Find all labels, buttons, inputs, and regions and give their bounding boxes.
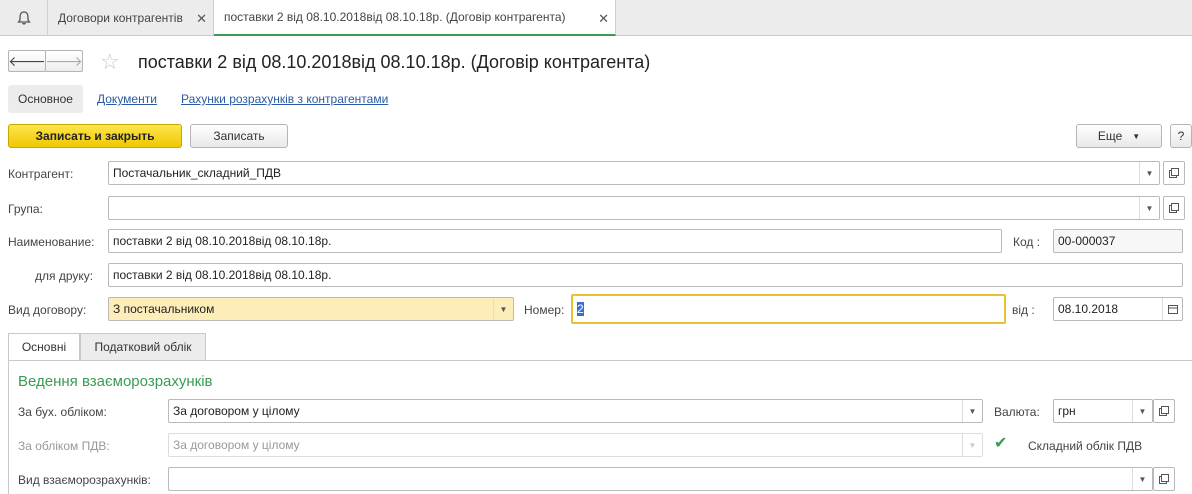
currency-value: грн bbox=[1058, 404, 1076, 418]
print-name-value: поставки 2 від 08.10.2018від 08.10.18р. bbox=[113, 268, 332, 282]
section-accounts[interactable]: Рахунки розрахунків з контрагентами bbox=[181, 85, 388, 113]
code-value: 00-000037 bbox=[1058, 234, 1116, 248]
group-label: Група: bbox=[8, 202, 43, 216]
tab-main[interactable]: Основні bbox=[8, 333, 80, 361]
chevron-down-icon: ▼ bbox=[962, 434, 982, 456]
tab-label: Договори контрагентів bbox=[58, 11, 183, 25]
name-value: поставки 2 від 08.10.2018від 08.10.18р. bbox=[113, 234, 332, 248]
currency-label: Валюта: bbox=[994, 405, 1040, 419]
vat-value: За договором у цілому bbox=[173, 438, 300, 452]
close-icon[interactable]: ✕ bbox=[598, 11, 609, 27]
open-icon[interactable] bbox=[1163, 161, 1185, 185]
counterparty-label: Контрагент: bbox=[8, 167, 74, 181]
calendar-icon[interactable] bbox=[1162, 298, 1182, 320]
tab-contract-form[interactable]: поставки 2 від 08.10.2018від 08.10.18р. … bbox=[214, 0, 616, 36]
favorite-star-icon[interactable]: ☆ bbox=[100, 49, 120, 75]
forward-button[interactable]: 🡒 bbox=[45, 50, 83, 72]
save-and-close-button[interactable]: Записать и закрыть bbox=[8, 124, 182, 148]
code-label: Код : bbox=[1013, 235, 1041, 249]
contract-type-value: З постачальником bbox=[113, 302, 215, 316]
tab-tax-accounting[interactable]: Податковий облік bbox=[80, 333, 206, 361]
close-icon[interactable]: ✕ bbox=[196, 11, 207, 27]
section-main[interactable]: Основное bbox=[8, 85, 83, 113]
settlement-type-field[interactable]: ▼ bbox=[168, 467, 1153, 491]
counterparty-field[interactable]: Постачальник_складний_ПДВ ▼ bbox=[108, 161, 1160, 185]
section-documents[interactable]: Документи bbox=[97, 85, 157, 113]
date-field[interactable]: 08.10.2018 bbox=[1053, 297, 1183, 321]
name-field[interactable]: поставки 2 від 08.10.2018від 08.10.18р. bbox=[108, 229, 1002, 253]
number-label: Номер: bbox=[524, 303, 565, 317]
more-label: Еще bbox=[1097, 129, 1123, 143]
print-name-field[interactable]: поставки 2 від 08.10.2018від 08.10.18р. bbox=[108, 263, 1183, 287]
vat-field: За договором у цілому ▼ bbox=[168, 433, 983, 457]
window-tab-bar: Договори контрагентів ✕ поставки 2 від 0… bbox=[0, 0, 1192, 36]
complex-vat-label: Складний облік ПДВ bbox=[1028, 439, 1143, 453]
number-value: 2 bbox=[577, 302, 584, 316]
open-icon[interactable] bbox=[1153, 399, 1175, 423]
accounting-field[interactable]: За договором у цілому ▼ bbox=[168, 399, 983, 423]
accounting-value: За договором у цілому bbox=[173, 404, 300, 418]
code-field: 00-000037 bbox=[1053, 229, 1183, 253]
name-label: Наименование: bbox=[8, 235, 95, 249]
chevron-down-icon[interactable]: ▼ bbox=[1132, 400, 1152, 422]
chevron-down-icon[interactable]: ▼ bbox=[962, 400, 982, 422]
currency-field[interactable]: грн ▼ bbox=[1053, 399, 1153, 423]
page-title: поставки 2 від 08.10.2018від 08.10.18р. … bbox=[138, 52, 651, 72]
notifications-bell-icon[interactable] bbox=[0, 0, 48, 36]
back-button[interactable]: 🡐 bbox=[8, 50, 46, 72]
help-button[interactable]: ? bbox=[1170, 124, 1192, 148]
group-field[interactable]: ▼ bbox=[108, 196, 1160, 220]
contract-type-field[interactable]: З постачальником ▼ bbox=[108, 297, 514, 321]
date-value: 08.10.2018 bbox=[1058, 302, 1119, 316]
date-label: від : bbox=[1012, 303, 1035, 317]
number-field[interactable]: 2 bbox=[571, 294, 1006, 324]
tab-label: поставки 2 від 08.10.2018від 08.10.18р. … bbox=[224, 10, 566, 24]
tab-contracts-list[interactable]: Договори контрагентів ✕ bbox=[48, 0, 214, 36]
chevron-down-icon[interactable]: ▼ bbox=[493, 298, 513, 320]
save-button[interactable]: Записать bbox=[190, 124, 288, 148]
accounting-label: За бух. обліком: bbox=[18, 405, 107, 419]
chevron-down-icon[interactable]: ▼ bbox=[1139, 162, 1159, 184]
print-name-label: для друку: bbox=[35, 269, 94, 283]
section-title: Ведення взаєморозрахунків bbox=[18, 373, 213, 390]
chevron-down-icon[interactable]: ▼ bbox=[1139, 197, 1159, 219]
open-icon[interactable] bbox=[1163, 196, 1185, 220]
vat-label: За обліком ПДВ: bbox=[18, 439, 110, 453]
chevron-down-icon[interactable]: ▼ bbox=[1132, 468, 1152, 490]
contract-type-label: Вид договору: bbox=[8, 303, 87, 317]
counterparty-value: Постачальник_складний_ПДВ bbox=[113, 166, 282, 180]
more-button[interactable]: Еще ▼ bbox=[1076, 124, 1162, 148]
checkbox-checked-icon[interactable]: ✔ bbox=[994, 436, 1010, 452]
chevron-down-icon: ▼ bbox=[1132, 131, 1141, 141]
open-icon[interactable] bbox=[1153, 467, 1175, 491]
settlement-type-label: Вид взаєморозрахунків: bbox=[18, 473, 151, 487]
